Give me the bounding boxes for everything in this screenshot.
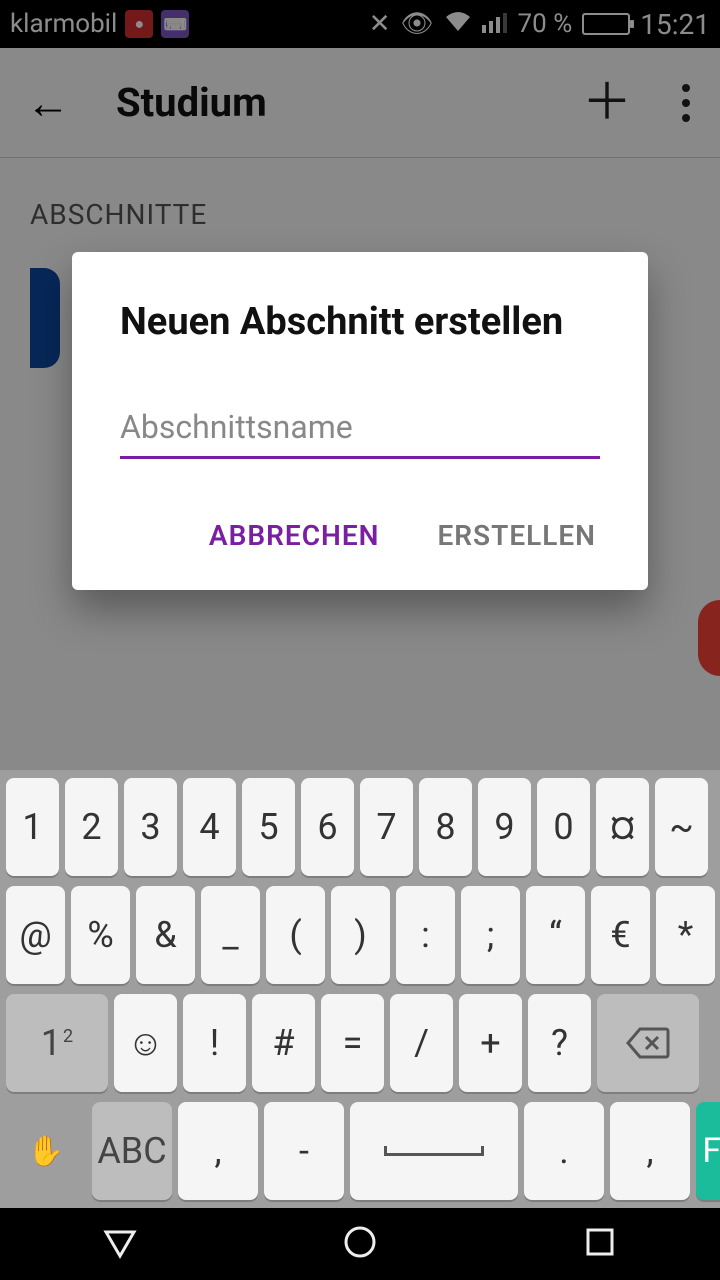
key-3[interactable]: 3 <box>124 778 177 876</box>
key-lparen[interactable]: ( <box>266 886 325 984</box>
nav-home-icon <box>340 1222 380 1262</box>
key-question[interactable]: ? <box>528 994 591 1092</box>
key-underscore[interactable]: _ <box>201 886 260 984</box>
key-0[interactable]: 0 <box>537 778 590 876</box>
key-percent[interactable]: % <box>71 886 130 984</box>
key-symbol-page[interactable]: 12 <box>6 994 108 1092</box>
key-6[interactable]: 6 <box>301 778 354 876</box>
key-currency[interactable]: ¤ <box>596 778 649 876</box>
key-slash[interactable]: / <box>390 994 453 1092</box>
backspace-icon <box>626 1027 670 1059</box>
cancel-button[interactable]: ABBRECHEN <box>205 509 384 562</box>
key-2[interactable]: 2 <box>65 778 118 876</box>
space-icon <box>384 1146 485 1156</box>
key-dash[interactable]: - <box>264 1102 344 1200</box>
nav-recent-icon <box>580 1222 620 1262</box>
key-tilde[interactable]: ~ <box>655 778 708 876</box>
create-button[interactable]: ERSTELLEN <box>433 509 600 562</box>
key-done[interactable]: Fertig <box>696 1102 720 1200</box>
key-semicolon[interactable]: ; <box>461 886 520 984</box>
key-backspace[interactable] <box>597 994 699 1092</box>
key-4[interactable]: 4 <box>183 778 236 876</box>
key-quote[interactable]: “ <box>526 886 585 984</box>
key-at[interactable]: @ <box>6 886 65 984</box>
section-name-input[interactable] <box>120 404 600 459</box>
key-period[interactable]: . <box>524 1102 604 1200</box>
nav-recent-button[interactable] <box>580 1222 620 1266</box>
key-8[interactable]: 8 <box>419 778 472 876</box>
nav-back-icon <box>100 1222 140 1262</box>
key-5[interactable]: 5 <box>242 778 295 876</box>
key-plus[interactable]: + <box>459 994 522 1092</box>
key-comma2[interactable]: , <box>610 1102 690 1200</box>
key-comma[interactable]: , <box>178 1102 258 1200</box>
key-colon[interactable]: : <box>396 886 455 984</box>
soft-keyboard: 1 2 3 4 5 6 7 8 9 0 ¤ ~ @ % & _ ( ) : ; … <box>0 770 720 1208</box>
key-equals[interactable]: = <box>321 994 384 1092</box>
key-rparen[interactable]: ) <box>331 886 390 984</box>
key-star[interactable]: * <box>656 886 715 984</box>
create-section-dialog: Neuen Abschnitt erstellen ABBRECHEN ERST… <box>72 252 648 590</box>
key-amp[interactable]: & <box>136 886 195 984</box>
dialog-title: Neuen Abschnitt erstellen <box>120 300 600 344</box>
key-7[interactable]: 7 <box>360 778 413 876</box>
key-euro[interactable]: € <box>591 886 650 984</box>
key-hash[interactable]: # <box>252 994 315 1092</box>
key-space[interactable] <box>350 1102 518 1200</box>
key-bang[interactable]: ! <box>183 994 246 1092</box>
handwriting-icon: ✋ <box>27 1134 64 1169</box>
key-9[interactable]: 9 <box>478 778 531 876</box>
nav-home-button[interactable] <box>340 1222 380 1266</box>
system-navbar <box>0 1208 720 1280</box>
key-1[interactable]: 1 <box>6 778 59 876</box>
key-input-mode[interactable]: ✋ <box>6 1102 86 1200</box>
key-abc[interactable]: ABC <box>92 1102 172 1200</box>
nav-back-button[interactable] <box>100 1222 140 1266</box>
key-emoji[interactable]: ☺ <box>114 994 177 1092</box>
